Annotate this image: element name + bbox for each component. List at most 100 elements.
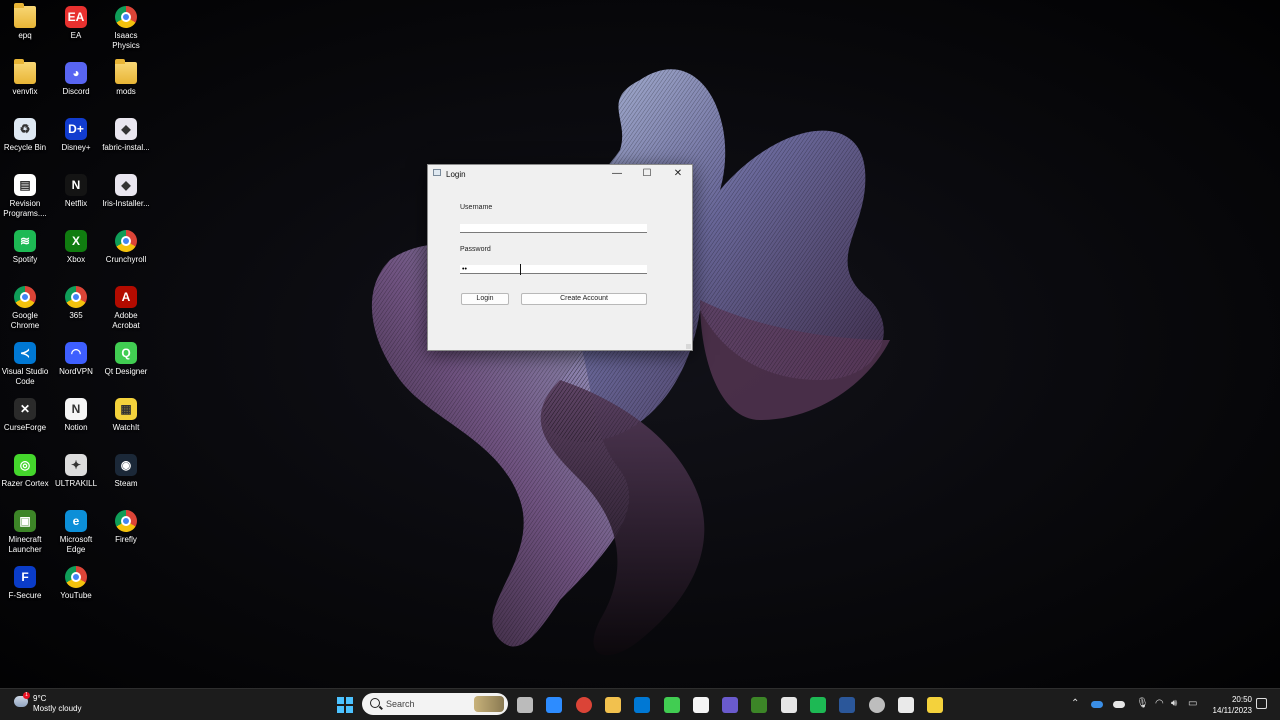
notification-center-icon[interactable] [1256, 698, 1267, 709]
desktop-icon[interactable]: ◉ Steam [101, 450, 151, 489]
start-button[interactable] [337, 697, 353, 713]
taskbar-spotify-icon[interactable] [810, 697, 826, 713]
f-secure-icon: F [14, 566, 36, 588]
taskbar-search[interactable]: Search [362, 693, 508, 715]
battery-icon[interactable]: ▭ [1188, 698, 1197, 709]
microsoft-edge-icon: e [65, 510, 87, 532]
close-button[interactable]: ✕ [663, 165, 693, 183]
taskbar-zoom-icon[interactable] [546, 697, 563, 713]
desktop-icon[interactable]: 365 [51, 282, 101, 321]
nordvpn-icon: ◠ [65, 342, 87, 364]
365-icon [65, 286, 87, 308]
desktop-icon[interactable]: Google Chrome [0, 282, 50, 331]
maximize-button[interactable]: ☐ [632, 165, 662, 183]
crunchyroll-icon [115, 230, 137, 252]
taskbar-media-player-icon[interactable] [897, 697, 914, 713]
taskbar-qt-designer-icon[interactable] [663, 697, 680, 713]
login-button[interactable]: Login [461, 293, 509, 305]
desktop-icon-label: ULTRAKILL [54, 479, 98, 488]
desktop-icon-label: F-Secure [8, 591, 42, 600]
desktop-icon[interactable]: ◆ Iris-Installer... [101, 170, 151, 209]
desktop-icon-label: Discord [62, 87, 90, 96]
ultrakill-icon: ✦ [65, 454, 87, 476]
visual-studio-code-icon: ≺ [14, 342, 36, 364]
taskbar-task-view-icon[interactable] [517, 697, 533, 713]
desktop-icon-label: Crunchyroll [105, 255, 147, 264]
title-bar[interactable]: Login — ☐ ✕ [428, 165, 692, 183]
desktop-icon[interactable]: D+ Disney+ [51, 114, 101, 153]
desktop-icon[interactable]: ▣ Minecraft Launcher [0, 506, 50, 555]
revision-programs-icon: ▤ [14, 174, 36, 196]
desktop-icon[interactable]: ≺ Visual Studio Code [0, 338, 50, 387]
desktop-icon-label: 365 [69, 311, 83, 320]
taskbar-minecraft-icon[interactable] [751, 697, 768, 713]
desktop-icon[interactable]: ♻ Recycle Bin [0, 114, 50, 153]
desktop-icon[interactable]: ◠ NordVPN [51, 338, 101, 377]
clock-time: 20:50 [1231, 695, 1252, 704]
desktop-icon-label: WatchIt [112, 423, 140, 432]
desktop-icon[interactable]: X Xbox [51, 226, 101, 265]
taskbar-obs-icon[interactable] [722, 697, 739, 713]
minimize-button[interactable]: — [602, 165, 632, 183]
desktop-icon-label: venvfix [12, 87, 38, 96]
google-chrome-icon [14, 286, 36, 308]
desktop-icon[interactable]: Firefly [101, 506, 151, 545]
desktop-icon[interactable]: ◆ fabric-instal... [101, 114, 151, 153]
desktop-icon[interactable]: Q Qt Designer [101, 338, 151, 377]
desktop-icon-label: CurseForge [3, 423, 47, 432]
desktop-icon[interactable]: mods [101, 58, 151, 97]
desktop-icon[interactable]: e Microsoft Edge [51, 506, 101, 555]
taskbar-notion-icon[interactable] [692, 697, 709, 713]
desktop-icon[interactable]: EA EA [51, 2, 101, 41]
taskbar-file-explorer-icon[interactable] [604, 697, 621, 713]
taskbar-word-icon[interactable] [839, 697, 856, 713]
notification-badge: 1 [23, 692, 30, 699]
desktop-icon[interactable]: N Notion [51, 394, 101, 433]
desktop-icon-label: Revision Programs.... [3, 199, 47, 218]
system-clock[interactable]: 20:50 14/11/2023 [1204, 694, 1252, 716]
cloud-sync-icon[interactable] [1113, 701, 1125, 708]
desktop-icon[interactable]: ◕ Discord [51, 58, 101, 97]
notion-icon: N [65, 398, 87, 420]
desktop-icon[interactable]: A Adobe Acrobat [101, 282, 151, 331]
password-input[interactable]: •• [460, 265, 647, 274]
volume-icon[interactable]: 🔊︎ [1171, 698, 1177, 709]
onedrive-icon[interactable] [1091, 701, 1103, 708]
username-label: Username [460, 204, 493, 211]
desktop-icon-label: Iris-Installer... [102, 199, 150, 208]
text-cursor-icon [519, 264, 521, 275]
username-input[interactable] [460, 224, 647, 233]
spotify-icon: ≋ [14, 230, 36, 252]
desktop-icon[interactable]: ◎ Razer Cortex [0, 450, 50, 489]
create-account-button[interactable]: Create Account [521, 293, 647, 305]
desktop-icon[interactable]: ✕ CurseForge [0, 394, 50, 433]
desktop-icon[interactable]: Crunchyroll [101, 226, 151, 265]
desktop-icon[interactable]: YouTube [51, 562, 101, 601]
taskbar-steam-dark-icon[interactable] [780, 697, 797, 713]
desktop-icon[interactable]: ≋ Spotify [0, 226, 50, 265]
desktop-icon[interactable]: Isaacs Physics [101, 2, 151, 51]
discord-icon: ◕ [65, 62, 87, 84]
fabric-instal-icon: ◆ [115, 118, 137, 140]
window-title: Login [446, 170, 466, 179]
desktop-icon[interactable]: N Netflix [51, 170, 101, 209]
taskbar-chrome-canary-icon[interactable] [868, 697, 885, 713]
microphone-icon[interactable]: 🎙︎ [1136, 698, 1149, 709]
ea-icon: EA [65, 6, 87, 28]
search-highlight-image [474, 696, 504, 712]
taskbar-chrome-icon[interactable] [575, 697, 592, 713]
desktop-icon[interactable]: F F-Secure [0, 562, 50, 601]
resize-grip[interactable] [686, 344, 691, 349]
desktop-icon[interactable]: epq [0, 2, 50, 41]
desktop-icon[interactable]: ▤ Revision Programs.... [0, 170, 50, 219]
curseforge-icon: ✕ [14, 398, 36, 420]
chevron-up-icon[interactable]: ⌃ [1071, 698, 1079, 709]
desktop-icon[interactable]: ▦ WatchIt [101, 394, 151, 433]
wifi-icon[interactable]: ◠ [1155, 698, 1164, 709]
desktop-icon-label: Spotify [12, 255, 38, 264]
taskbar-vscode-icon[interactable] [634, 697, 651, 713]
taskbar-notes-icon[interactable] [927, 697, 944, 713]
desktop-icon[interactable]: venvfix [0, 58, 50, 97]
desktop-icon-label: Visual Studio Code [1, 367, 49, 386]
desktop-icon[interactable]: ✦ ULTRAKILL [51, 450, 101, 489]
